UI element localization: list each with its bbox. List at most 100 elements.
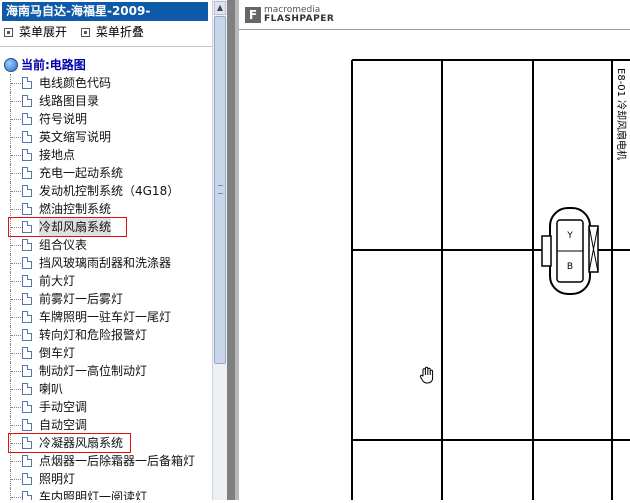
document-icon <box>22 311 32 323</box>
diagram-page[interactable]: Y B E8-01 冷却风扇电机 <box>239 30 630 500</box>
tree-item-label: 组合仪表 <box>39 238 88 252</box>
vertical-scrollbar[interactable]: ▲ <box>212 0 227 500</box>
expand-icon <box>4 27 13 37</box>
tree-connector <box>10 362 22 380</box>
scroll-up-arrow-icon[interactable]: ▲ <box>214 1 226 15</box>
tree-item[interactable]: 倒车灯 <box>0 344 212 362</box>
document-icon <box>22 149 32 161</box>
tree-root[interactable]: 当前:电路图 <box>4 57 86 73</box>
tree-item[interactable]: 手动空调 <box>0 398 212 416</box>
tree-item-label: 充电一起动系统 <box>39 166 124 180</box>
tree-item-label: 前雾灯一后雾灯 <box>39 292 124 306</box>
tree-item[interactable]: 自动空调 <box>0 416 212 434</box>
tree-connector <box>10 416 22 434</box>
tree-root-label: 当前:电路图 <box>21 58 86 72</box>
tree-item-label: 照明灯 <box>39 472 76 486</box>
flashpaper-logo: F macromedia FLASHPAPER <box>245 6 334 24</box>
document-icon <box>22 77 32 89</box>
tree-item-label: 车内照明灯一阅读灯 <box>39 490 148 500</box>
hand-cursor-icon <box>419 366 434 384</box>
tree-connector <box>10 110 22 128</box>
tree-item-label: 自动空调 <box>39 418 88 432</box>
window-title: 海南马自达-海福星-2009- <box>2 2 208 21</box>
document-icon <box>22 347 32 359</box>
diagram-title: 冷却风扇电机 <box>615 100 628 160</box>
tree-item-label: 电线颜色代码 <box>39 76 112 90</box>
expand-menu-button[interactable]: 菜单展开 <box>4 24 67 40</box>
highlight-box <box>8 217 127 237</box>
pin-b-label: B <box>567 262 573 272</box>
tree-item[interactable]: 冷却风扇系统 <box>0 217 212 237</box>
tree-connector <box>10 398 22 416</box>
tree-connector <box>10 488 22 500</box>
document-icon <box>22 113 32 125</box>
tree-connector <box>10 380 22 398</box>
tree-item[interactable]: 充电一起动系统 <box>0 164 212 182</box>
tree-item[interactable]: 线路图目录 <box>0 92 212 110</box>
tree-connector <box>10 146 22 164</box>
tree-item[interactable]: 喇叭 <box>0 380 212 398</box>
collapse-menu-button[interactable]: 菜单折叠 <box>80 24 144 40</box>
tree-connector <box>10 74 22 92</box>
tree-item-label: 车牌照明一驻车灯一尾灯 <box>39 310 172 324</box>
tree-item-label: 燃油控制系统 <box>39 202 112 216</box>
tree-item[interactable]: 发动机控制系统（4G18） <box>0 182 212 200</box>
document-icon <box>22 131 32 143</box>
wiring-diagram: Y B E8-01 冷却风扇电机 <box>351 59 630 500</box>
flashpaper-header: F macromedia FLASHPAPER <box>239 0 630 30</box>
tree-item[interactable]: 接地点 <box>0 146 212 164</box>
expand-menu-label: 菜单展开 <box>19 25 68 39</box>
tree-connector <box>10 92 22 110</box>
tree-item[interactable]: 符号说明 <box>0 110 212 128</box>
collapse-icon <box>80 27 90 37</box>
tree-item[interactable]: 制动灯一高位制动灯 <box>0 362 212 380</box>
highlight-box <box>8 433 131 453</box>
tree-item[interactable]: 车内照明灯一阅读灯 <box>0 488 212 500</box>
document-icon <box>22 419 32 431</box>
document-icon <box>22 275 32 287</box>
tree-item[interactable]: 挡风玻璃雨刮器和洗涤器 <box>0 254 212 272</box>
menu-row: 菜单展开 菜单折叠 <box>4 24 154 40</box>
document-icon <box>22 293 32 305</box>
document-icon <box>22 491 32 500</box>
connector-icon: Y B <box>541 207 599 295</box>
document-icon <box>22 167 32 179</box>
tree-item-label: 前大灯 <box>39 274 76 288</box>
flashpaper-logo-icon: F <box>245 7 261 23</box>
tree-item[interactable]: 电线颜色代码 <box>0 74 212 92</box>
tree-item[interactable]: 车牌照明一驻车灯一尾灯 <box>0 308 212 326</box>
tree-item-label: 发动机控制系统（4G18） <box>39 184 180 198</box>
tree-connector <box>10 200 22 218</box>
tree-connector <box>10 326 22 344</box>
tree-connector <box>10 182 22 200</box>
scrollbar-thumb[interactable] <box>214 16 226 364</box>
document-icon <box>22 455 32 467</box>
tree-connector <box>10 272 22 290</box>
document-icon <box>22 383 32 395</box>
tree-item[interactable]: 前雾灯一后雾灯 <box>0 290 212 308</box>
document-icon <box>22 329 32 341</box>
tree-item[interactable]: 转向灯和危险报警灯 <box>0 326 212 344</box>
document-icon <box>22 203 32 215</box>
tree-item[interactable]: 燃油控制系统 <box>0 200 212 218</box>
tree-item-label: 喇叭 <box>39 382 64 396</box>
tree-connector <box>10 308 22 326</box>
tree-item[interactable]: 组合仪表 <box>0 236 212 254</box>
document-icon <box>22 95 32 107</box>
tree-item[interactable]: 照明灯 <box>0 470 212 488</box>
tree-item-label: 点烟器一后除霜器一后备箱灯 <box>39 454 196 468</box>
tree-connector <box>10 452 22 470</box>
tree-item[interactable]: 冷凝器风扇系统 <box>0 433 212 453</box>
tree-connector <box>10 164 22 182</box>
document-icon <box>22 185 32 197</box>
document-icon <box>22 257 32 269</box>
document-viewer: F macromedia FLASHPAPER Y B E8-01 冷却风扇电机 <box>227 0 630 500</box>
tree-item[interactable]: 前大灯 <box>0 272 212 290</box>
tree-connector <box>10 254 22 272</box>
tree-item[interactable]: 英文缩写说明 <box>0 128 212 146</box>
document-icon <box>22 239 32 251</box>
tree-item[interactable]: 点烟器一后除霜器一后备箱灯 <box>0 452 212 470</box>
tree-connector <box>10 290 22 308</box>
tree-connector <box>10 128 22 146</box>
tree-item-label: 线路图目录 <box>39 94 100 108</box>
